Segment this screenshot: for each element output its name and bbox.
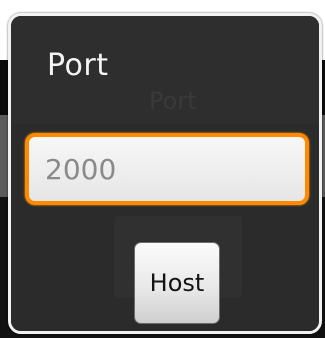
- dialog-content: Host: [11, 124, 319, 331]
- host-button[interactable]: Host: [134, 242, 220, 324]
- port-input[interactable]: [29, 137, 305, 201]
- dialog-title: Port: [47, 48, 109, 83]
- dialog-title-bar: Port Port: [11, 16, 319, 124]
- background-title-ghost: Port: [149, 87, 197, 115]
- port-field-frame: [25, 133, 309, 205]
- port-dialog: Port Port Host: [8, 13, 322, 334]
